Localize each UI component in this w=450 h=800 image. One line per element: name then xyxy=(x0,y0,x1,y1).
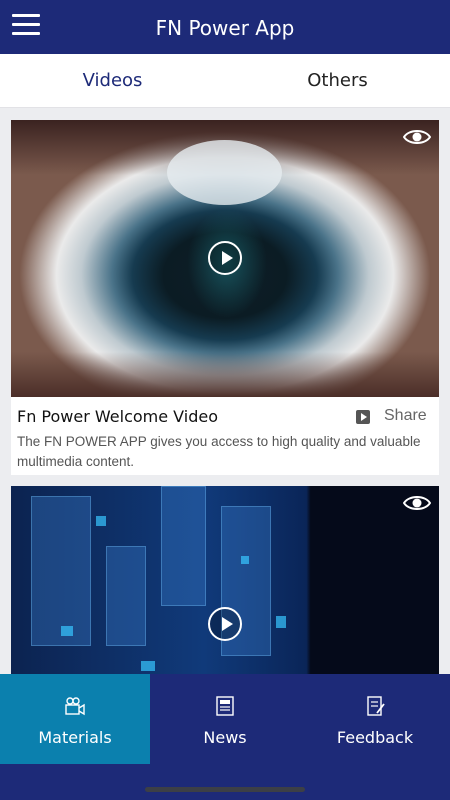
video-camera-icon xyxy=(65,697,85,716)
video-card[interactable]: Fn Power Welcome Video Share The FN POWE… xyxy=(11,120,439,475)
nav-label: News xyxy=(203,728,247,747)
newspaper-icon xyxy=(216,696,234,716)
video-description: The FN POWER APP gives you access to hig… xyxy=(17,434,421,469)
system-navigation-bar xyxy=(0,764,450,800)
eye-icon[interactable] xyxy=(403,494,431,512)
home-indicator[interactable] xyxy=(145,787,305,792)
bottom-navigation: Materials News Feedback xyxy=(0,674,450,764)
eye-icon[interactable] xyxy=(403,128,431,146)
video-thumbnail[interactable] xyxy=(11,486,439,686)
tab-videos[interactable]: Videos xyxy=(0,54,225,107)
tab-bar: Videos Others xyxy=(0,54,450,108)
nav-news[interactable]: News xyxy=(150,674,300,764)
app-bar: FN Power App xyxy=(0,0,450,54)
video-card[interactable] xyxy=(11,486,439,686)
tab-others[interactable]: Others xyxy=(225,54,450,107)
nav-feedback[interactable]: Feedback xyxy=(300,674,450,764)
video-thumbnail[interactable] xyxy=(11,120,439,397)
nav-label: Materials xyxy=(38,728,112,747)
video-title: Fn Power Welcome Video xyxy=(17,407,218,426)
nav-label: Feedback xyxy=(336,728,414,747)
play-button[interactable] xyxy=(208,241,242,275)
play-button[interactable] xyxy=(208,607,242,641)
play-icon[interactable] xyxy=(356,410,370,424)
app-title: FN Power App xyxy=(155,16,295,40)
share-button[interactable]: Share xyxy=(384,407,427,425)
nav-materials[interactable]: Materials xyxy=(0,674,150,764)
feedback-icon xyxy=(367,696,385,716)
